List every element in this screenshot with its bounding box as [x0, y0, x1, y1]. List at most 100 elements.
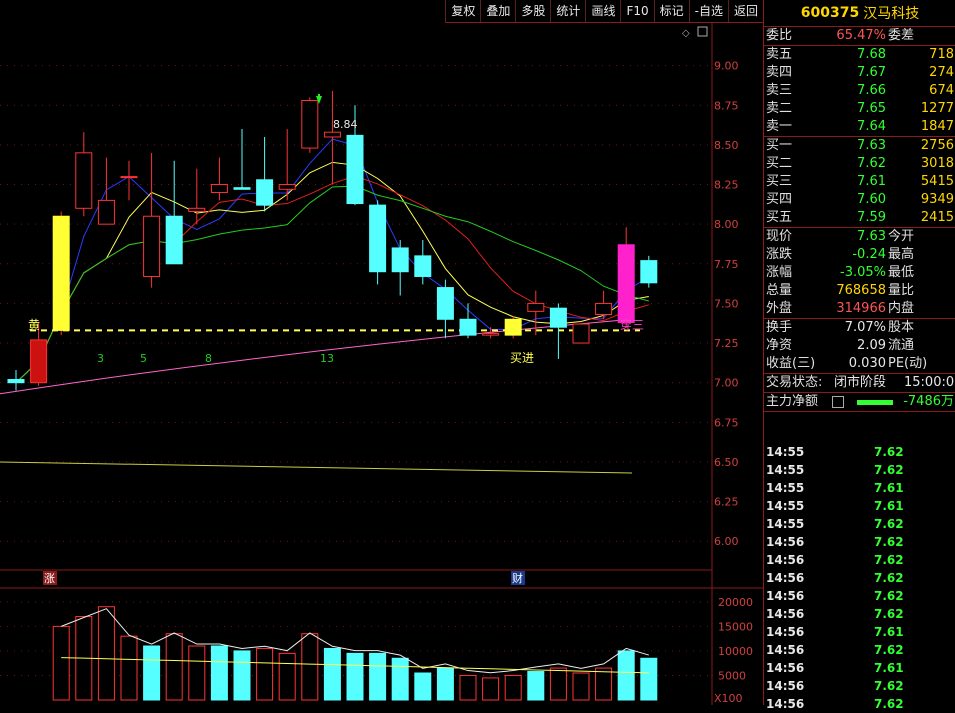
stat-row: 现价 7.63 今开 — [764, 228, 955, 246]
cross-signal-label: 穿三 — [620, 317, 644, 332]
price-tick-label: 7.75 — [714, 258, 739, 271]
multi-stock-button[interactable]: 多股 — [515, 0, 550, 22]
stat-row: 涨幅 -3.05% 最低 — [764, 264, 955, 282]
volume-bar — [414, 672, 432, 701]
tick-price: 7.62 — [874, 607, 904, 621]
order-label: 卖一 — [766, 119, 793, 134]
candle-body — [549, 307, 567, 328]
stat-row: 收益(三) 0.030 PE(动) — [764, 355, 955, 373]
stat-value: -0.24 — [852, 247, 886, 262]
stat-value: 7.07% — [844, 320, 886, 335]
ma-long-line — [0, 461, 633, 474]
tick-price: 7.62 — [874, 463, 904, 477]
stat-label-right: 最高 — [888, 247, 915, 262]
stat-label: 收益(三) — [766, 356, 816, 371]
price-tick-label: 9.00 — [714, 60, 739, 73]
trade-status-label: 交易状态: — [766, 375, 823, 390]
tick-price: 7.62 — [874, 589, 904, 603]
candle-body — [527, 302, 545, 312]
mark-button[interactable]: 标记 — [653, 0, 689, 22]
volume-bar — [301, 633, 319, 701]
chart-area[interactable]: 9.00 8.75 8.50 8.25 8.00 7.75 7.50 7.25 7.00 6.75… — [0, 0, 763, 705]
zhang-marker-text: 涨 — [44, 572, 55, 585]
tick-row: 14:56 7.62 — [764, 533, 955, 551]
candle-body — [369, 204, 387, 273]
tick-row: 14:56 7.62 — [764, 587, 955, 605]
window-icon — [697, 26, 708, 37]
tick-row: 14:56 7.62 — [764, 677, 955, 695]
tick-row: 14:55 7.61 — [764, 479, 955, 497]
volume-bar — [233, 650, 251, 701]
candle-body — [233, 187, 251, 190]
draw-line-button[interactable]: 画线 — [585, 0, 620, 22]
order-price: 7.59 — [857, 210, 886, 225]
order-volume: 1847 — [920, 119, 954, 134]
main-net-row[interactable]: 主力净额 -7486万 — [764, 393, 955, 411]
price-tick-label: 6.00 — [714, 535, 739, 548]
volume-bar — [391, 657, 409, 701]
order-volume: 2756 — [920, 138, 954, 153]
trade-time: 15:00:05 — [904, 375, 955, 390]
volume-bar — [459, 674, 477, 701]
price-tick-label: 6.75 — [714, 416, 739, 429]
candle-body — [97, 199, 115, 225]
order-label: 卖二 — [766, 101, 793, 116]
restore-rights-button[interactable]: 复权 — [445, 0, 480, 22]
price-tick-label: 8.50 — [714, 139, 739, 152]
stat-value: 0.030 — [848, 356, 886, 371]
tick-time: 14:55 — [766, 481, 805, 495]
buy-row: 买一 7.63 2756 — [764, 137, 955, 155]
quote-stats: 现价 7.63 今开 涨跌 -0.24 最高 涨幅 -3.05% 最低 总量 768658 量比 外盘 3… — [764, 228, 955, 318]
weibi-row: 委比 65.47% 委差 — [764, 27, 955, 45]
stat-value: 7.63 — [857, 229, 886, 244]
price-tick-label: 6.25 — [714, 496, 739, 509]
overlay-button[interactable]: 叠加 — [480, 0, 515, 22]
tick-time: 14:56 — [766, 553, 805, 567]
volume-unit-label: X100 — [714, 692, 743, 705]
candle-body — [617, 244, 635, 323]
order-volume: 1277 — [920, 101, 954, 116]
trade-status-row: 交易状态: 闭市阶段 15:00:05 — [764, 374, 955, 392]
tick-row: 14:55 7.62 — [764, 443, 955, 461]
tick-time: 14:55 — [766, 445, 805, 459]
price-tick-label: 7.25 — [714, 337, 739, 350]
price-tick-label: 8.25 — [714, 179, 739, 192]
volume-bar — [527, 671, 545, 701]
stat-value: -3.05% — [840, 265, 886, 280]
f10-button[interactable]: F10 — [620, 0, 653, 22]
candlestick-chart[interactable]: 9.00 8.75 8.50 8.25 8.00 7.75 7.50 7.25 7.00 6.75… — [0, 0, 763, 705]
candle-body — [436, 287, 454, 320]
order-volume: 674 — [929, 83, 954, 98]
price-tick-label: 7.00 — [714, 377, 739, 390]
stat-label: 净资 — [766, 338, 793, 353]
back-button[interactable]: 返回 — [727, 0, 763, 22]
tick-row: 14:56 7.61 — [764, 623, 955, 641]
weibi-label: 委比 — [766, 28, 793, 43]
volume-tick-label: 15000 — [718, 620, 753, 633]
order-price: 7.62 — [857, 156, 886, 171]
tick-row: 14:56 7.62 — [764, 569, 955, 587]
tick-price: 7.62 — [874, 679, 904, 693]
tick-row: 14:56 7.62 — [764, 605, 955, 623]
tick-price: 7.62 — [874, 535, 904, 549]
price-tick-label: 7.50 — [714, 297, 739, 310]
menu-icon[interactable] — [832, 396, 844, 408]
tick-row: 14:56 7.62 — [764, 695, 955, 713]
statistics-button[interactable]: 统计 — [550, 0, 585, 22]
order-volume: 274 — [929, 65, 954, 80]
quote-panel: 600375 汉马科技 委比 65.47% 委差 卖五 7.68 718 卖四 7.67… — [763, 0, 955, 711]
stat-row: 净资 2.09 流通 — [764, 337, 955, 355]
candle-body — [52, 215, 70, 331]
diamond-icon: ◇ — [682, 28, 690, 39]
stat-row: 外盘 314966 内盘 — [764, 300, 955, 318]
candle-body — [188, 207, 206, 212]
order-volume: 9349 — [920, 192, 954, 207]
tick-list[interactable]: 14:55 7.62 14:55 7.62 14:55 7.61 14:55 7.61 14:5… — [764, 443, 955, 713]
order-label: 买二 — [766, 156, 793, 171]
buy-row: 买二 7.62 3018 — [764, 155, 955, 173]
order-label: 买四 — [766, 192, 793, 207]
remove-watchlist-button[interactable]: -自选 — [688, 0, 728, 22]
tick-price: 7.61 — [874, 499, 904, 513]
buy-row: 买四 7.60 9349 — [764, 191, 955, 209]
price-tick-label: 8.00 — [714, 218, 739, 231]
